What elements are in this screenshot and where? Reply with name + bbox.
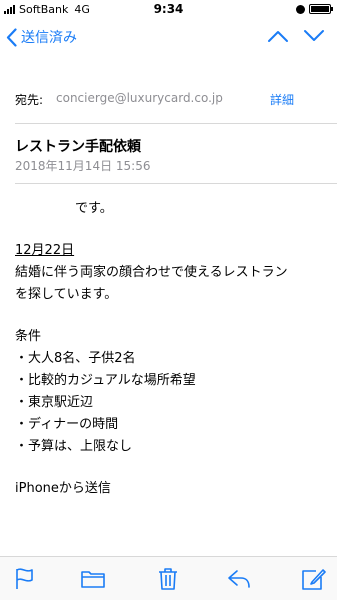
bottom-toolbar (0, 556, 337, 600)
recipient-address[interactable]: concierge@luxurycard.co.jp (56, 91, 223, 105)
nav-bar: 送信済み (0, 22, 337, 56)
signature: iPhoneから送信 (15, 481, 111, 496)
folder-icon[interactable] (80, 567, 106, 591)
details-link[interactable]: 詳細 (270, 91, 294, 108)
status-time: 9:34 (153, 2, 184, 16)
email-subject: レストラン手配依頼 (15, 139, 141, 155)
request-line: 結婚に伴う両家の顔合わせで使えるレストラン (15, 265, 288, 280)
recipient-label: 宛先: (15, 93, 44, 107)
status-bar: SoftBank 4G 9:34 (0, 0, 337, 18)
condition-item: ・比較的カジュアルな場所希望 (15, 373, 196, 388)
email-body: です。 12月22日 結婚に伴う両家の顔合わせで使えるレストラン を探しています… (15, 198, 329, 500)
next-message-icon[interactable] (303, 29, 325, 43)
trash-icon[interactable] (155, 567, 181, 591)
conditions-title: 条件 (15, 329, 42, 344)
chevron-left-icon (6, 27, 17, 47)
request-line: を探しています。 (15, 287, 118, 302)
back-button[interactable]: 送信済み (6, 27, 77, 47)
condition-item: ・予算は、上限なし (15, 439, 133, 454)
battery-icon (309, 4, 333, 14)
compose-icon[interactable] (300, 567, 326, 591)
condition-item: ・東京駅近辺 (15, 395, 94, 410)
recipient-row: 宛先: concierge@luxurycard.co.jp 詳細 (15, 86, 322, 110)
status-right (296, 4, 333, 14)
event-date[interactable]: 12月22日 (15, 240, 329, 262)
previous-message-icon[interactable] (267, 29, 289, 43)
header-divider (15, 123, 337, 124)
alarm-icon (296, 4, 305, 14)
flag-icon[interactable] (12, 567, 38, 591)
greeting-line: です。 (75, 201, 113, 216)
subject-divider (15, 183, 337, 184)
condition-item: ・大人8名、子供2名 (15, 351, 136, 366)
email-date: 2018年11月14日 15:56 (15, 159, 151, 173)
condition-item: ・ディナーの時間 (15, 417, 119, 432)
back-label: 送信済み (21, 30, 77, 46)
reply-icon[interactable] (226, 567, 252, 591)
